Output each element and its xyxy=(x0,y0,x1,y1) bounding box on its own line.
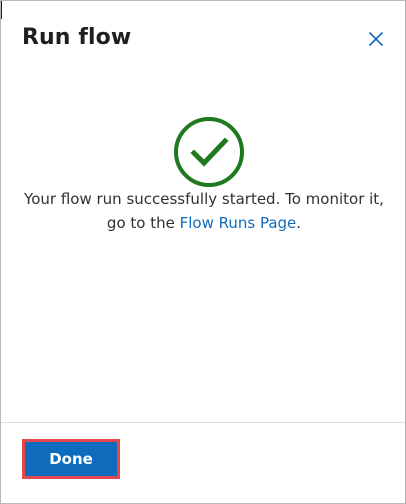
footer-divider xyxy=(1,422,405,423)
close-button[interactable] xyxy=(362,25,390,53)
dialog-title: Run flow xyxy=(22,25,132,50)
close-icon xyxy=(369,32,383,46)
check-circle-icon xyxy=(174,117,244,187)
success-message-suffix: . xyxy=(296,214,302,232)
flow-runs-page-link[interactable]: Flow Runs Page xyxy=(180,214,297,232)
dialog-header: Run flow xyxy=(1,1,405,79)
done-button[interactable]: Done xyxy=(22,439,120,479)
run-flow-dialog: Run flow Your flow run successfully star… xyxy=(0,0,406,504)
success-message: Your flow run successfully started. To m… xyxy=(21,187,387,235)
